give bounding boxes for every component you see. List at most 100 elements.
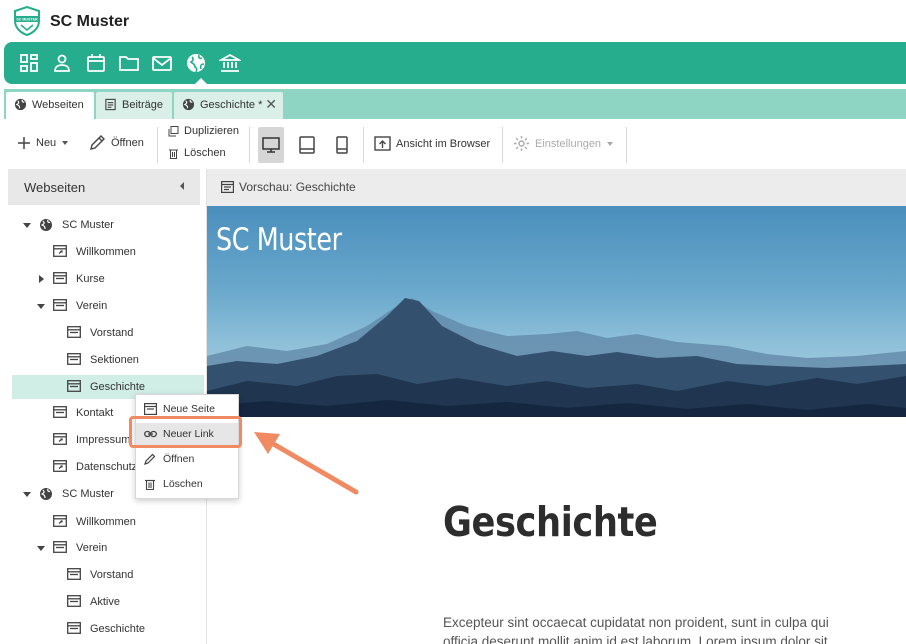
tree-item[interactable]: Willkommen [8,510,204,534]
chevron-down-icon [607,141,614,146]
tree-item-label: Vorstand [90,327,134,339]
globe-icon [39,487,53,501]
tree-item-label: Aktive [90,596,120,608]
bank-icon[interactable] [217,52,243,74]
pencil-icon [90,135,105,150]
copy-icon [168,125,179,136]
globe-icon [14,98,27,111]
callout-arrow [254,432,359,495]
delete-button-label: Löschen [184,147,226,159]
ctx-delete[interactable]: Löschen [136,473,238,495]
tree-item[interactable]: Geschichte [8,617,204,641]
tab-geschichte[interactable]: Geschichte * ✕ [174,92,283,119]
ctx-open[interactable]: Öffnen [136,448,238,470]
folder-icon[interactable] [118,52,140,74]
page-icon [67,595,81,609]
caret-down-icon[interactable] [36,301,46,311]
globe-icon [182,98,195,111]
tree-item[interactable]: Vorstand [8,321,204,345]
desktop-view-button[interactable] [258,127,284,163]
caret-down-icon[interactable] [22,220,32,230]
mobile-view-button[interactable] [329,127,355,163]
page-icon [67,380,81,394]
close-icon[interactable]: ✕ [265,96,277,113]
caret-right-icon[interactable] [36,274,46,284]
page-icon [67,326,81,340]
page-icon [221,181,234,193]
tree-item[interactable]: Aktive [8,590,204,614]
tree-item[interactable]: Willkommen [8,240,204,264]
page-icon [53,406,67,420]
page-icon [144,403,157,415]
duplicate-button-label: Duplizieren [184,125,240,137]
toolbar: Neu Öffnen Duplizieren Löschen Ansicht i… [0,119,906,169]
settings-button[interactable]: Einstellungen [513,135,614,152]
body-line: officia deserunt mollit anim id est labo… [443,634,828,644]
new-button[interactable]: Neu [17,136,69,150]
tab-label: Geschichte * [200,99,263,111]
duplicate-button[interactable]: Duplizieren [168,125,239,137]
link-page-icon [53,515,67,529]
tree-item-label: Verein [76,542,108,554]
tablet-view-button[interactable] [294,127,320,163]
browser-view-label: Ansicht im Browser [396,137,491,150]
settings-label: Einstellungen [535,137,602,150]
title-bar: SC MUSTER SC Muster [0,0,906,42]
tree-item[interactable]: Verein [8,536,204,560]
tree-item-label: Verein [76,300,108,312]
ctx-item-label: Löschen [163,478,203,490]
tree-item-label: Geschichte [90,381,146,393]
link-page-icon [53,460,67,474]
hero-title: SC Muster [216,222,342,258]
body-line: Excepteur sint occaecat cupidatat non pr… [443,615,829,630]
tab-label: Beiträge [122,99,163,111]
tree-item-label: Geschichte [90,623,146,635]
tree-item-label: SC Muster [62,219,114,231]
club-logo: SC MUSTER [14,6,40,36]
open-button[interactable]: Öffnen [89,134,144,151]
preview-title: Vorschau: Geschichte [239,180,356,194]
caret-down-icon[interactable] [36,543,46,553]
sidebar-title: Webseiten [24,180,86,195]
calendar-icon[interactable] [85,52,107,74]
open-button-label: Öffnen [111,136,144,149]
globe-icon [39,218,53,232]
user-icon[interactable] [51,52,73,74]
page-icon [67,622,81,636]
tree-item[interactable]: SC Muster [8,213,204,237]
tree-item-label: Willkommen [76,246,136,258]
tree-item[interactable]: Kurse [8,267,204,291]
tree-item[interactable]: Verein [8,294,204,318]
collapse-sidebar-icon[interactable] [180,182,184,190]
delete-button[interactable]: Löschen [168,147,226,159]
tab-beitraege[interactable]: Beiträge [96,92,172,119]
page-icon [53,272,67,286]
page-icon [67,353,81,367]
ctx-item-label: Öffnen [163,453,195,465]
tree-item-label: Kurse [76,273,105,285]
hero-banner: SC Muster [207,206,906,417]
tree-item-label: Datenschutz [76,461,138,473]
page-heading: Geschichte [443,498,658,546]
mail-icon[interactable] [151,52,173,74]
plus-icon [18,137,30,149]
tree-item[interactable]: Sektionen [8,348,204,372]
browser-view-button[interactable]: Ansicht im Browser [374,135,490,152]
desktop-icon [262,137,280,153]
new-button-label: Neu [36,137,57,149]
tree-item[interactable]: Vorstand [8,563,204,587]
caret-down-icon[interactable] [22,489,32,499]
page-body-text: Excepteur sint occaecat cupidatat non pr… [443,613,883,644]
page-icon [53,299,67,313]
link-page-icon [53,433,67,447]
link-page-icon [53,245,67,259]
globe-icon[interactable] [185,52,207,74]
dashboard-icon[interactable] [18,52,40,74]
gear-icon [514,136,529,151]
tree-item-label: Willkommen [76,516,136,528]
tab-strip: Webseiten Beiträge Geschichte * ✕ [0,84,906,119]
mobile-icon [336,136,348,154]
tab-webseiten[interactable]: Webseiten [6,92,94,119]
ctx-item-label: Neue Seite [163,403,215,415]
pencil-icon [144,453,156,465]
